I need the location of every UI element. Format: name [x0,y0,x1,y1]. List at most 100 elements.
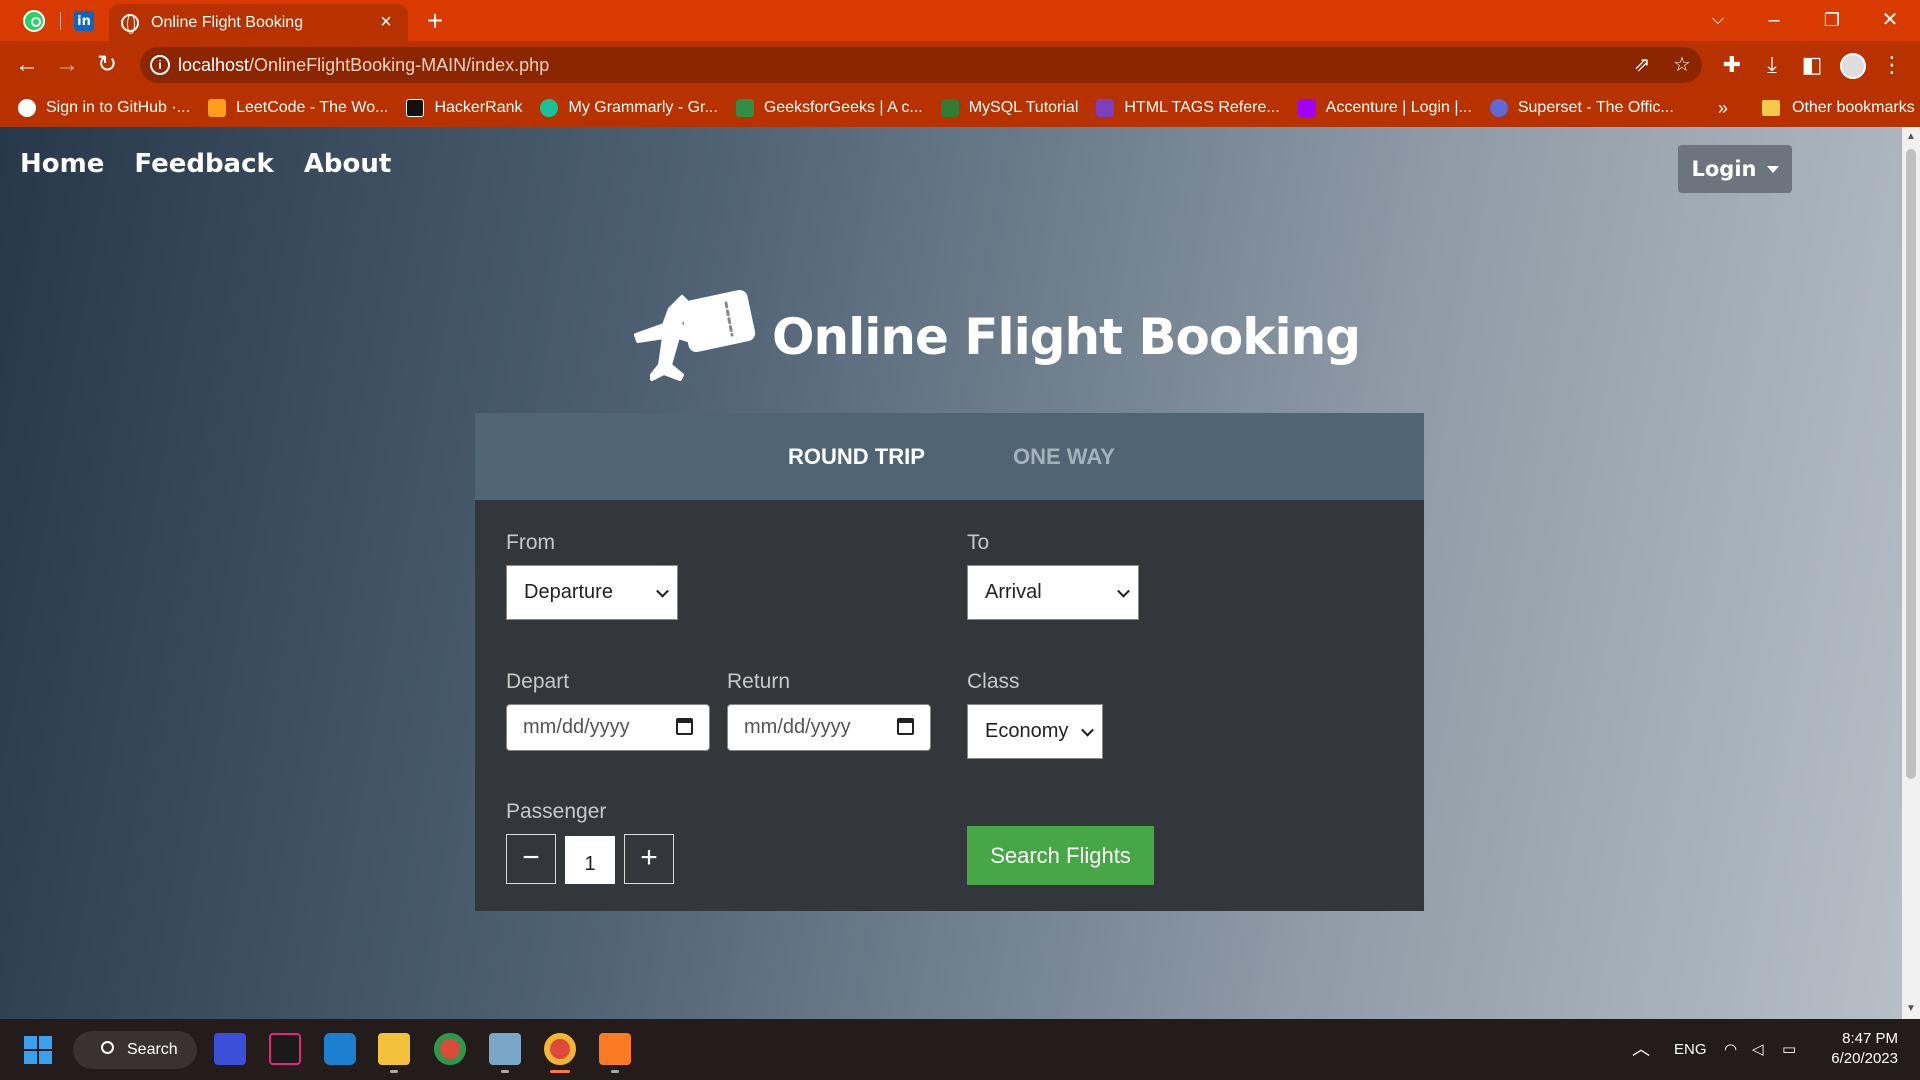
restore-button[interactable]: ❐ [1810,4,1854,36]
chrome-icon[interactable] [434,1033,466,1065]
site-info-icon[interactable]: i [150,55,170,75]
scroll-down-icon[interactable]: ▼ [1905,1003,1917,1014]
profile-avatar[interactable] [1840,53,1866,79]
bookmark-github[interactable]: Sign in to GitHub ·... [18,99,190,117]
vscode-icon[interactable] [324,1033,356,1065]
back-arrow-icon[interactable]: ← [11,49,43,81]
bookmark-superset[interactable]: Superset - The Offic... [1489,99,1674,117]
brand-title: Online Flight Booking [772,308,1361,366]
tab-search-chevron-icon[interactable]: ⌵ [1696,4,1740,36]
bookmarks-bar: Sign in to GitHub ·... LeetCode - The Wo… [0,89,1920,127]
scroll-up-icon[interactable]: ▲ [1905,131,1917,142]
tab-one-way[interactable]: ONE WAY [1013,413,1115,500]
more-bookmarks-icon[interactable]: » [1718,89,1728,127]
file-explorer-icon[interactable] [378,1033,410,1065]
search-flights-button[interactable]: Search Flights [967,826,1154,885]
bookmark-geeksforgeeks[interactable]: GeeksforGeeks | A c... [735,99,923,117]
superset-icon [1489,99,1508,117]
whatsapp-icon [23,10,45,32]
brand-header: Online Flight Booking [630,289,1361,385]
clock-date: 6/20/2023 [1831,1050,1898,1067]
bookmark-mysql-tutorial[interactable]: MySQL Tutorial [940,99,1078,117]
kebab-menu-icon[interactable]: ⋮ [1876,49,1908,81]
new-tab-button[interactable]: + [420,6,450,36]
login-dropdown-button[interactable]: Login [1678,145,1792,193]
bookmark-grammarly[interactable]: My Grammarly - Gr... [540,99,718,117]
download-icon[interactable]: ⤓ [1756,49,1788,81]
close-tab-icon[interactable]: × [376,11,396,34]
running-indicator [390,1070,398,1073]
chevron-down-icon [656,584,669,598]
nav-feedback[interactable]: Feedback [134,149,273,179]
accenture-icon [1297,99,1316,117]
trip-type-tabs: ROUND TRIP ONE WAY [475,413,1424,500]
linkedin-icon: in [74,11,94,31]
tab-round-trip[interactable]: ROUND TRIP [788,413,925,500]
mysql-icon [940,99,959,117]
browser-toolbar: ← → ↻ i localhost/OnlineFlightBooking-MA… [0,41,1920,89]
chrome-active-icon[interactable] [544,1033,576,1065]
browser-tab-active[interactable]: Online Flight Booking × [109,4,408,41]
other-bookmarks[interactable]: Other bookmarks [1762,89,1915,127]
return-label: Return [727,670,791,693]
site-nav: Home Feedback About [20,149,391,179]
passenger-count-input[interactable]: 1 [565,836,615,884]
address-bar[interactable]: i localhost/OnlineFlightBooking-MAIN/ind… [140,47,1702,83]
wifi-icon[interactable]: ◠ [1724,1019,1737,1080]
page-scrollbar[interactable]: ▲ ▼ [1902,127,1920,1019]
share-icon[interactable]: ⇗ [1628,51,1656,79]
windows-taskbar: Search ︿ ENG ◠ ◁ ▭ 8:47 PM 6/20/2023 [0,1019,1920,1080]
windows-start-icon[interactable] [24,1036,52,1064]
tray-chevron-up-icon[interactable]: ︿ [1632,1019,1650,1080]
from-select[interactable]: Departure [506,565,678,620]
folder-icon [1762,100,1780,116]
minimize-button[interactable]: – [1752,4,1796,36]
search-icon [101,1041,114,1054]
chevron-down-icon [1117,584,1130,598]
bookmark-html-tags[interactable]: HTML TAGS Refere... [1096,99,1280,117]
browser-tab-strip: in Online Flight Booking × + ⌵ – ❐ ✕ [0,0,1920,41]
pinned-tab-whatsapp[interactable] [14,6,54,36]
language-indicator[interactable]: ENG [1674,1019,1707,1080]
extensions-puzzle-icon[interactable]: ✚ [1716,49,1748,81]
forward-arrow-icon[interactable]: → [51,49,83,81]
app-icon-1[interactable] [214,1033,246,1065]
plane-ticket-icon [634,289,756,381]
nav-home[interactable]: Home [20,149,104,179]
tab-divider [60,12,61,30]
volume-icon[interactable]: ◁ [1752,1019,1764,1080]
intellij-icon[interactable] [269,1033,301,1065]
clock-time: 8:47 PM [1842,1030,1898,1047]
class-select[interactable]: Economy [967,704,1103,759]
calendar-icon[interactable] [897,718,914,735]
grammarly-icon [540,99,559,117]
taskbar-search[interactable]: Search [73,1031,197,1069]
bookmark-hackerrank[interactable]: HackerRank [406,99,522,117]
app-icon-6[interactable] [489,1033,521,1065]
bookmark-leetcode[interactable]: LeetCode - The Wo... [208,99,388,117]
return-date-input[interactable]: mm/dd/yyyy [727,704,931,751]
passenger-decrement-button[interactable]: − [506,834,556,884]
pinned-tab-linkedin[interactable]: in [64,6,104,36]
to-select[interactable]: Arrival [967,565,1139,620]
close-window-button[interactable]: ✕ [1868,4,1912,36]
system-clock[interactable]: 8:47 PM 6/20/2023 [1826,1029,1898,1069]
passenger-increment-button[interactable]: + [624,834,674,884]
html-tags-icon [1096,99,1115,117]
battery-icon[interactable]: ▭ [1782,1019,1796,1080]
reload-icon[interactable]: ↻ [91,49,123,81]
active-indicator [550,1070,570,1073]
bookmark-star-icon[interactable]: ☆ [1668,51,1696,79]
booking-form: ROUND TRIP ONE WAY From Departure To Arr… [475,413,1424,911]
depart-date-input[interactable]: mm/dd/yyyy [506,704,710,751]
to-label: To [967,531,990,554]
hackerrank-icon [406,99,425,117]
running-indicator [501,1070,509,1073]
bookmark-accenture[interactable]: Accenture | Login |... [1297,99,1472,117]
side-panel-icon[interactable]: ◧ [1796,49,1828,81]
calendar-icon[interactable] [676,718,693,735]
scrollbar-thumb[interactable] [1906,149,1916,779]
nav-about[interactable]: About [304,149,392,179]
booking-form-body: From Departure To Arrival Depart mm/dd/y… [475,500,1424,911]
xampp-icon[interactable] [599,1033,631,1065]
